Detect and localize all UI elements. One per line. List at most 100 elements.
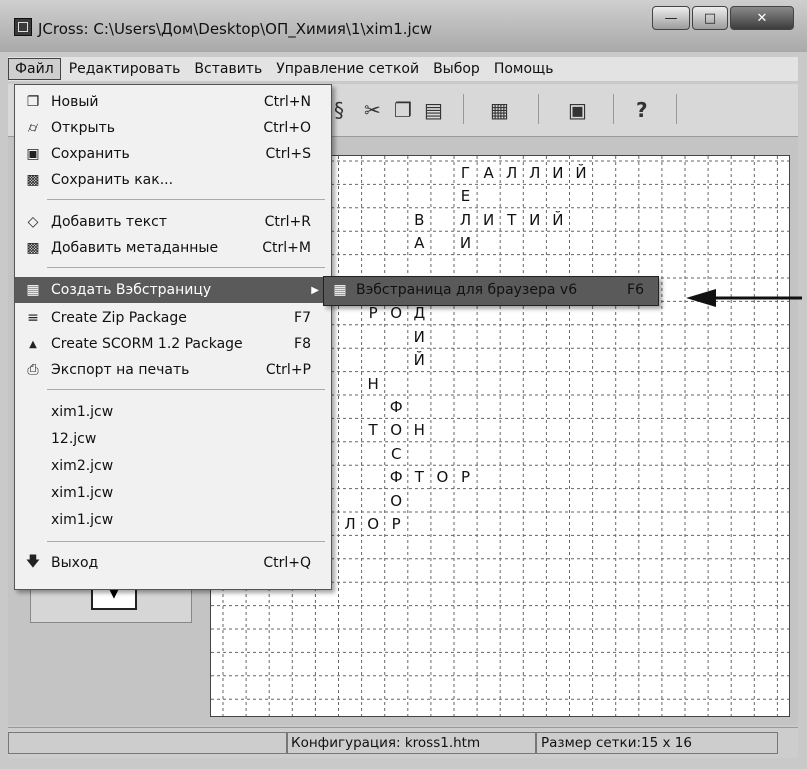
menu-item-shortcut: Ctrl+M (262, 240, 311, 256)
grid-cell-letter: Т (507, 210, 517, 229)
grid-cell-letter: С (390, 444, 402, 463)
submenu-webpage[interactable]: ▦ Вэбстраница для браузера v6 F6 (323, 276, 659, 306)
grid-cell-letter: В (414, 210, 425, 229)
menu-item-label: xim1.jcw (51, 512, 114, 528)
grid-cell-letter: Е (460, 187, 471, 206)
menu-item-add-metadata[interactable]: ▩ Добавить метаданные Ctrl+M (15, 235, 331, 261)
grid-cell-letter: И (529, 210, 541, 229)
menu-select[interactable]: Выбор (427, 59, 486, 79)
grid-cell-letter: Л (459, 210, 472, 229)
grid-cell-letter: И (482, 210, 495, 229)
status-config: Конфигурация: kross1.htm (286, 732, 536, 754)
maximize-button[interactable]: □ (692, 6, 728, 30)
window-controls: — □ ✕ (652, 6, 798, 32)
menu-item-shortcut: Ctrl+O (263, 120, 311, 136)
grid-cell-letter: Ф (389, 398, 403, 416)
grid-cell-letter: И (552, 164, 564, 182)
pointer-arrow-icon (686, 289, 802, 307)
menu-separator (47, 389, 325, 390)
menu-bar: Файл Редактировать Вставить Управление с… (8, 57, 798, 81)
menu-item-label: Добавить текст (51, 214, 167, 230)
menu-item-shortcut: F7 (294, 310, 311, 326)
submenu-arrow-icon: ▶ (311, 284, 319, 296)
menu-item-shortcut: F8 (294, 336, 311, 352)
menu-item-recent-file[interactable]: xim2.jcw (15, 453, 331, 479)
menu-item-label: Сохранить как... (51, 172, 174, 188)
menu-file[interactable]: Файл (8, 58, 61, 80)
scorm-icon: ▲ (29, 338, 37, 350)
menu-item-recent-file[interactable]: 12.jcw (15, 426, 331, 452)
menu-item-exit[interactable]: 🡇 Выход Ctrl+Q (15, 550, 331, 576)
help-icon[interactable]: ? (636, 98, 648, 122)
open-folder-icon: ⌭ (27, 120, 39, 136)
save-disk-icon: ▣ (26, 146, 40, 162)
grid-cell-letter: Р (391, 515, 401, 533)
grid-cell-letter: Ф (389, 468, 403, 487)
menu-item-recent-file[interactable]: xim1.jcw (15, 399, 331, 425)
menu-item-label: Create SCORM 1.2 Package (51, 336, 243, 352)
app-window: JCross: C:\Users\Дом\Desktop\ОП_Химия\1\… (0, 0, 807, 769)
grid-cell-letter: Л (506, 164, 518, 182)
menu-item-create-webpage[interactable]: ▦ Создать Вэбстраницу ▶ (15, 277, 331, 303)
grid-cell-letter: О (367, 515, 379, 533)
minimize-button[interactable]: — (652, 6, 690, 30)
menu-item-new[interactable]: ❐ Новый Ctrl+N (15, 89, 331, 115)
menu-item-label: Открыть (51, 120, 115, 136)
menu-item-save[interactable]: ▣ Сохранить Ctrl+S (15, 141, 331, 167)
menu-edit[interactable]: Редактировать (63, 59, 187, 79)
toolbar-separator (538, 94, 539, 124)
menu-item-label: Сохранить (51, 146, 130, 162)
paste-icon[interactable]: ▤ (424, 98, 443, 122)
grid-cell-letter: Л (344, 515, 356, 533)
cut-icon[interactable]: ✂ (364, 98, 381, 122)
add-text-icon: ◇ (27, 214, 39, 230)
menu-item-scorm[interactable]: ▲ Create SCORM 1.2 Package F8 (15, 331, 331, 357)
close-icon: ✕ (756, 10, 768, 26)
grid-cell-letter: Й (552, 210, 564, 229)
grid-icon[interactable]: ▦ (490, 98, 509, 122)
menu-item-print[interactable]: ⎙ Экспорт на печать Ctrl+P (15, 357, 331, 383)
grid-cell-letter: Т (368, 421, 378, 440)
save-as-icon: ▩ (26, 172, 40, 188)
grid-cell-letter: И (459, 234, 472, 253)
app-icon[interactable] (14, 18, 32, 36)
web-page-icon[interactable]: ▣ (568, 98, 587, 122)
status-grid-size: Размер сетки:15 x 16 (536, 732, 778, 754)
toolbar-separator (463, 94, 464, 124)
menu-item-shortcut: Ctrl+S (265, 146, 311, 162)
grid-cell-letter: Р (368, 304, 378, 323)
menu-item-save-as[interactable]: ▩ Сохранить как... (15, 167, 331, 193)
copy-icon[interactable]: ❐ (394, 98, 412, 122)
grid-cell-letter: Й (413, 351, 425, 370)
menu-item-shortcut: Ctrl+N (263, 94, 311, 110)
file-menu-dropdown: ❐ Новый Ctrl+N ⌭ Открыть Ctrl+O ▣ Сохран… (14, 84, 332, 590)
menu-item-add-text[interactable]: ◇ Добавить текст Ctrl+R (15, 209, 331, 235)
menu-item-shortcut: Ctrl+R (264, 214, 311, 230)
menu-item-recent-file[interactable]: xim1.jcw (15, 507, 331, 533)
menu-help[interactable]: Помощь (488, 59, 560, 79)
toolbar-icon-partial[interactable]: § (334, 98, 344, 122)
menu-separator (47, 199, 325, 200)
minimize-icon: — (664, 10, 678, 26)
close-button[interactable]: ✕ (730, 6, 794, 30)
menu-item-label: Добавить метаданные (51, 240, 219, 256)
grid-cell-letter: О (390, 421, 403, 440)
new-document-icon: ❐ (26, 94, 40, 110)
menu-grid-control[interactable]: Управление сеткой (270, 59, 425, 79)
menu-item-label: Экспорт на печать (51, 362, 190, 378)
menu-insert[interactable]: Вставить (188, 59, 268, 79)
menu-item-label: Create Zip Package (51, 310, 187, 326)
menu-item-zip[interactable]: ≡ Create Zip Package F7 (15, 305, 331, 331)
submenu-item-shortcut: F6 (627, 282, 644, 298)
grid-cell-letter: А (483, 164, 494, 182)
menu-item-label: Выход (51, 555, 99, 571)
grid-cell-letter: Л (529, 164, 541, 182)
menu-item-open[interactable]: ⌭ Открыть Ctrl+O (15, 115, 331, 141)
menu-item-label: Новый (51, 94, 99, 110)
menu-separator (47, 267, 325, 268)
menu-item-recent-file[interactable]: xim1.jcw (15, 480, 331, 506)
grid-cell-letter: Н (367, 374, 379, 393)
menu-item-label: xim2.jcw (51, 458, 114, 474)
metadata-icon: ▩ (26, 240, 40, 256)
menu-item-shortcut: Ctrl+P (265, 362, 311, 378)
